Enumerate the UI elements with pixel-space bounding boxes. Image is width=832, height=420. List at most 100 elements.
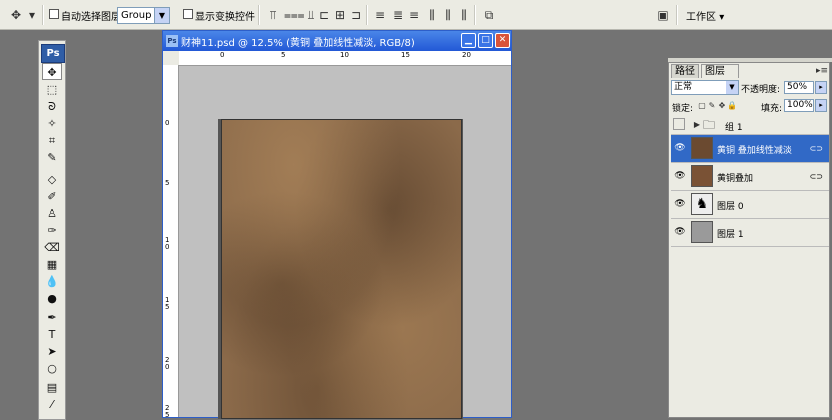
layer-row[interactable]: 👁 黄铜叠加 ⊂⊃ <box>671 163 829 191</box>
lock-transparency-icon[interactable]: ▢ <box>697 98 707 114</box>
layer-name: 组 1 <box>725 123 743 133</box>
fill-field[interactable]: 100% <box>784 99 814 112</box>
layer-thumbnail <box>691 221 713 243</box>
ruler-label: 10 <box>340 51 349 59</box>
layer-row[interactable]: ▶ 🗀 组 1 <box>671 115 829 135</box>
separator <box>42 5 44 25</box>
type-tool-icon[interactable]: T <box>42 326 62 343</box>
ruler-label: 2 0 <box>165 356 170 371</box>
auto-select-value: Group <box>121 10 152 21</box>
opacity-field[interactable]: 50% <box>784 81 814 94</box>
align-vcenter-icon[interactable]: ⩶ <box>284 7 305 23</box>
history-brush-tool-icon[interactable]: ✑ <box>42 222 62 239</box>
layer-name: 图层 0 <box>717 202 744 212</box>
brush-tool-icon[interactable]: ✐ <box>42 188 62 205</box>
show-transform-checkbox[interactable] <box>183 9 193 19</box>
eye-icon[interactable]: 👁 <box>673 169 687 183</box>
visibility-toggle[interactable] <box>673 118 685 130</box>
marquee-tool-icon[interactable]: ⬚ <box>42 81 62 98</box>
crop-tool-icon[interactable]: ⌗ <box>42 132 62 149</box>
auto-select-dropdown[interactable]: Group ▼ <box>117 7 170 24</box>
dodge-tool-icon[interactable]: ● <box>42 290 62 307</box>
layer-name: 黄铜 叠加线性减淡 <box>717 146 792 156</box>
healing-brush-tool-icon[interactable]: ◇ <box>42 171 62 188</box>
layer-thumbnail: ♞ <box>691 193 713 215</box>
eyedropper-tool-icon[interactable]: ✎ <box>42 149 62 166</box>
path-selection-tool-icon[interactable]: ➤ <box>42 343 62 360</box>
layer-thumbnail <box>691 165 713 187</box>
lock-pixels-icon[interactable]: ✎ <box>707 98 717 114</box>
workspace-label: 工作区 <box>686 12 716 23</box>
eye-icon[interactable]: 👁 <box>673 141 687 155</box>
eraser-tool-icon[interactable]: ⌫ <box>42 239 62 256</box>
ruler-label: 1 5 <box>165 296 170 311</box>
shape-tool-icon[interactable]: ○ <box>42 360 62 377</box>
close-icon[interactable]: ✕ <box>495 33 510 48</box>
layer-name: 图层 1 <box>717 230 744 240</box>
document-image[interactable] <box>221 119 462 419</box>
magic-wand-tool-icon[interactable]: ✧ <box>42 115 62 132</box>
document-window: Ps 财神11.psd @ 12.5% (黄铜 叠加线性减淡, RGB/8) ▁… <box>162 30 512 419</box>
layer-row[interactable]: 👁 图层 1 <box>671 219 829 247</box>
lock-position-icon[interactable]: ✥ <box>717 98 727 114</box>
notes-tool-icon[interactable]: ▤ <box>42 379 62 396</box>
tab-layers[interactable]: 图层 × <box>701 64 739 91</box>
distribute-top-icon[interactable]: ≡ <box>372 7 388 23</box>
layer-name: 黄铜叠加 <box>717 174 754 184</box>
chevron-down-icon: ▼ <box>726 81 738 94</box>
opacity-arrow-icon[interactable]: ▸ <box>815 81 827 94</box>
options-bar: ✥ ▾ 自动选择图层 Group ▼ 显示变换控件 ⫪ ⩶ ⫫ ⊏ ⊞ ⊐ ≡ … <box>0 0 832 30</box>
distribute-right-icon[interactable]: ⫼ <box>456 7 472 23</box>
align-left-icon[interactable]: ⊏ <box>316 7 332 23</box>
auto-select-label: 自动选择图层 <box>61 12 121 23</box>
chevron-down-icon: ▼ <box>154 8 169 23</box>
bridge-icon[interactable]: ▣ <box>655 7 671 23</box>
move-tool-icon[interactable]: ✥ <box>42 63 62 80</box>
pen-tool-icon[interactable]: ✒ <box>42 309 62 326</box>
layer-row[interactable]: 👁 黄铜 叠加线性减淡 ⊂⊃ <box>671 135 829 163</box>
tab-layers-label: 图层 <box>705 66 725 77</box>
auto-select-checkbox[interactable] <box>49 9 59 19</box>
fill-arrow-icon[interactable]: ▸ <box>815 99 827 112</box>
eyedropper-tool-icon[interactable]: ⁄ <box>42 396 62 413</box>
distribute-hcenter-icon[interactable]: ⫼ <box>440 7 456 23</box>
document-title-bar[interactable]: Ps 财神11.psd @ 12.5% (黄铜 叠加线性减淡, RGB/8) ▁… <box>163 31 511 51</box>
panel-menu-icon[interactable]: ▸≡ <box>814 63 830 79</box>
chevron-down-icon: ▾ <box>719 12 725 23</box>
maximize-icon[interactable]: □ <box>478 33 493 48</box>
move-tool-icon[interactable]: ✥ <box>8 7 24 23</box>
distribute-bottom-icon[interactable]: ≡ <box>406 7 422 23</box>
ruler-label: 5 <box>281 51 286 59</box>
align-hcenter-icon[interactable]: ⊞ <box>332 7 348 23</box>
distribute-vcenter-icon[interactable]: ≣ <box>390 7 406 23</box>
minimize-icon[interactable]: ▁ <box>461 33 476 48</box>
ruler-label: 1 0 <box>165 236 170 251</box>
blur-tool-icon[interactable]: 💧 <box>42 273 62 290</box>
opacity-label: 不透明度: <box>741 85 781 95</box>
lock-label: 锁定: <box>672 104 694 114</box>
blend-mode-select[interactable]: 正常 ▼ <box>671 80 739 95</box>
clone-stamp-tool-icon[interactable]: ♙ <box>42 205 62 222</box>
separator <box>258 5 260 25</box>
folder-icon: 🗀 <box>702 118 715 132</box>
ruler-label: 15 <box>401 51 410 59</box>
tab-paths[interactable]: 路径 <box>671 64 699 78</box>
layer-row[interactable]: 👁 ♞ 图层 0 <box>671 191 829 219</box>
tool-preset-dropdown-icon[interactable]: ▾ <box>28 7 36 23</box>
show-transform-label: 显示变换控件 <box>195 12 255 23</box>
auto-align-icon[interactable]: ⧉ <box>481 7 497 23</box>
link-icon: ⊂⊃ <box>809 172 823 181</box>
align-right-icon[interactable]: ⊐ <box>348 7 364 23</box>
gradient-tool-icon[interactable]: ▦ <box>42 256 62 273</box>
fill-label: 填充: <box>761 104 783 114</box>
ruler-label: 0 <box>165 119 170 127</box>
distribute-left-icon[interactable]: ⫼ <box>424 7 440 23</box>
align-top-icon[interactable]: ⫪ <box>265 7 281 23</box>
lasso-tool-icon[interactable]: ᘐ <box>42 98 62 115</box>
ruler-label: 20 <box>462 51 471 59</box>
eye-icon[interactable]: 👁 <box>673 225 687 239</box>
eye-icon[interactable]: 👁 <box>673 197 687 211</box>
lock-all-icon[interactable]: 🔒 <box>727 98 737 114</box>
workspace-button[interactable]: 工作区 ▾ <box>686 8 724 23</box>
layers-panel: 路径 图层 × ▸≡ 正常 ▼ 不透明度: 50% ▸ 锁定: ▢ ✎ ✥ 🔒 … <box>668 62 830 418</box>
